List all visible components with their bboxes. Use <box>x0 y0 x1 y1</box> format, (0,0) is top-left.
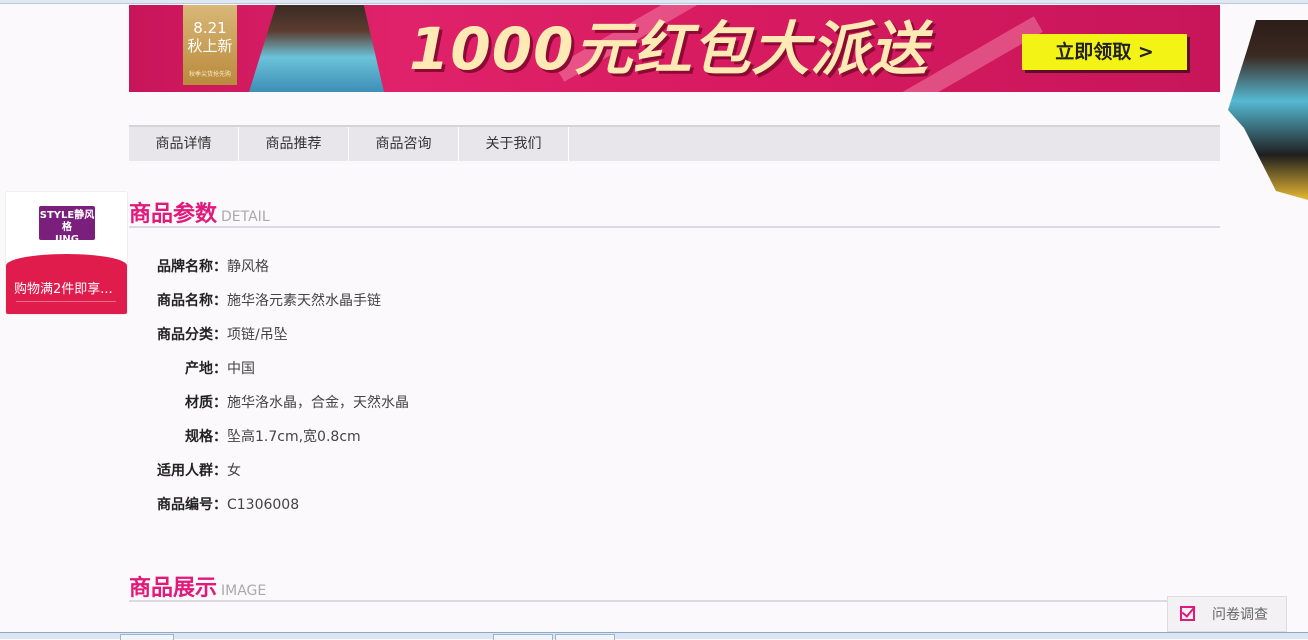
param-label: 商品编号： <box>157 497 227 513</box>
tab-about-us[interactable]: 关于我们 <box>459 127 569 161</box>
param-label: 材质： <box>185 395 227 411</box>
banner-model-image <box>249 5 384 92</box>
banner-headline: 1000元红包大派送 <box>409 15 929 83</box>
param-row-category: 商品分类： 项链/吊坠 <box>135 324 735 358</box>
taskbar-button[interactable] <box>493 634 553 640</box>
survey-label: 问卷调查 <box>1212 607 1268 623</box>
taskbar-button[interactable] <box>120 634 174 640</box>
tab-product-recommend[interactable]: 商品推荐 <box>239 127 349 161</box>
image-section-title: 商品展示 <box>129 576 218 601</box>
image-section-subtitle: IMAGE <box>221 583 267 599</box>
param-value: 女 <box>227 463 241 479</box>
shop-promo-text: 购物满2件即享... <box>14 282 113 297</box>
param-value: 坠高1.7cm,宽0.8cm <box>227 429 361 445</box>
param-label: 规格： <box>185 429 227 445</box>
detail-section-heading: 商品参数 DETAIL <box>129 196 1220 228</box>
banner-date-sub: 秋上新 <box>187 37 233 55</box>
banner-claim-button[interactable]: 立即领取 > <box>1022 34 1187 70</box>
param-label: 商品分类： <box>157 327 227 343</box>
product-params-list: 品牌名称： 静风格 商品名称： 施华洛元素天然水晶手链 商品分类： 项链/吊坠 … <box>135 256 735 528</box>
product-tabs: 商品详情 商品推荐 商品咨询 关于我们 <box>129 125 1220 161</box>
taskbar-button[interactable] <box>555 634 615 640</box>
shop-logo-bottom: JING <box>54 234 80 245</box>
param-row-origin: 产地： 中国 <box>135 358 735 392</box>
param-label: 商品名称： <box>157 293 227 309</box>
banner-date-tag: 秋季尖货抢先购 <box>188 71 231 78</box>
shop-promo-divider <box>16 301 116 302</box>
checkbox-icon <box>1180 606 1195 621</box>
param-value: C1306008 <box>227 497 300 513</box>
param-row-brand: 品牌名称： 静风格 <box>135 256 735 290</box>
promo-banner[interactable]: 8.21 秋上新 秋季尖货抢先购 1000元红包大派送 立即领取 > <box>129 5 1220 92</box>
param-row-name: 商品名称： 施华洛元素天然水晶手链 <box>135 290 735 324</box>
shop-logo: STYLE静风格 JING <box>39 206 95 245</box>
param-value: 静风格 <box>227 259 269 275</box>
param-row-audience: 适用人群： 女 <box>135 460 735 494</box>
param-value: 施华洛水晶，合金，天然水晶 <box>227 395 409 411</box>
banner-date: 8.21 <box>193 19 227 37</box>
shop-promo-card[interactable]: STYLE静风格 JING 购物满2件即享... <box>5 191 128 315</box>
param-row-spec: 规格： 坠高1.7cm,宽0.8cm <box>135 426 735 460</box>
param-value: 项链/吊坠 <box>227 327 288 343</box>
window-top-border <box>0 0 1308 4</box>
param-label: 产地： <box>185 361 227 377</box>
detail-section-title: 商品参数 <box>129 202 218 227</box>
side-model-image <box>1228 20 1308 200</box>
param-row-sku: 商品编号： C1306008 <box>135 494 735 528</box>
detail-section-subtitle: DETAIL <box>221 209 270 225</box>
survey-button[interactable]: 问卷调查 <box>1167 596 1287 632</box>
tab-product-consult[interactable]: 商品咨询 <box>349 127 459 161</box>
param-value: 施华洛元素天然水晶手链 <box>227 293 381 309</box>
shop-promo-panel[interactable]: 购物满2件即享... <box>6 254 127 314</box>
param-label: 品牌名称： <box>157 259 227 275</box>
param-row-material: 材质： 施华洛水晶，合金，天然水晶 <box>135 392 735 426</box>
tab-product-detail[interactable]: 商品详情 <box>129 127 239 161</box>
param-value: 中国 <box>227 361 255 377</box>
image-section-heading: 商品展示 IMAGE <box>129 570 1220 602</box>
param-label: 适用人群： <box>157 463 227 479</box>
shop-logo-top: STYLE静风格 <box>39 210 95 233</box>
banner-date-badge: 8.21 秋上新 秋季尖货抢先购 <box>183 5 237 85</box>
